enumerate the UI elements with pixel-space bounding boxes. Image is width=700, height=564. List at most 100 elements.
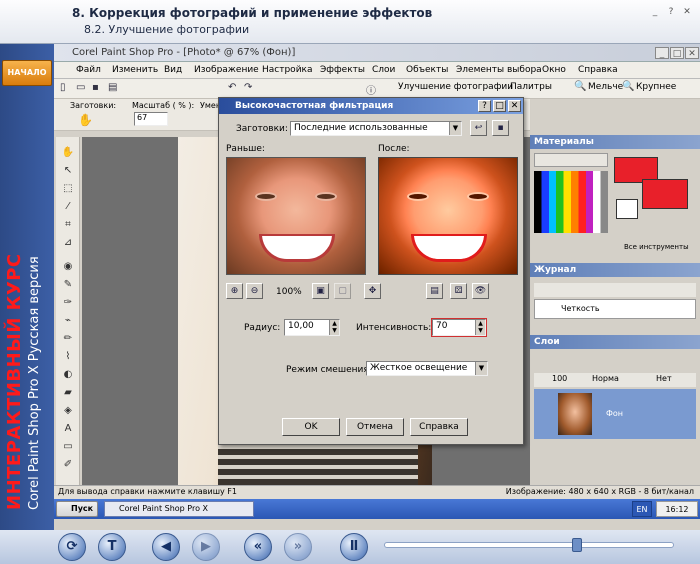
menu-layers[interactable]: Слои	[372, 65, 395, 75]
forward-icon[interactable]: »	[284, 533, 312, 561]
menu-help[interactable]: Справка	[578, 65, 618, 75]
brush-icon[interactable]: ✏	[59, 333, 77, 347]
navigate-icon[interactable]: ✥	[364, 283, 381, 299]
menu-adjust[interactable]: Настройка	[262, 65, 313, 75]
zoom-out-icon[interactable]: 🔍	[574, 81, 586, 92]
radius-value: 10,00	[288, 321, 314, 331]
scratch-icon[interactable]: ⌁	[59, 315, 77, 329]
layer-name[interactable]: Фон	[606, 409, 623, 418]
next-icon[interactable]: ▶	[192, 533, 220, 561]
save-icon[interactable]: ▪	[92, 82, 99, 93]
info-icon[interactable]: ⓘ	[366, 82, 376, 97]
menu-view[interactable]: Вид	[164, 65, 182, 75]
new-file-icon[interactable]: ▯	[60, 82, 66, 93]
randomize-icon[interactable]: ⚄	[450, 283, 467, 299]
airbrush-icon[interactable]: ⌇	[59, 351, 77, 365]
dialog-help-icon[interactable]: ?	[478, 100, 491, 112]
eraser-icon[interactable]: ▰	[59, 387, 77, 401]
dialog-maximize-icon[interactable]: □	[493, 100, 506, 112]
text-mode-icon[interactable]: T	[98, 533, 126, 561]
redo-icon[interactable]: ↷	[244, 82, 252, 93]
shape-icon[interactable]: ▭	[59, 441, 77, 455]
menu-file[interactable]: Файл	[76, 65, 101, 75]
cancel-button[interactable]: Отмена	[346, 418, 404, 436]
scale-input[interactable]: 67	[134, 112, 168, 126]
pan-icon[interactable]: ✋	[59, 147, 77, 161]
enhance-photo-menu[interactable]: Улучшение фотографии	[398, 82, 513, 92]
makeover-icon[interactable]: ✎	[59, 279, 77, 293]
background-color[interactable]	[642, 179, 688, 209]
layer-opacity[interactable]: 100	[552, 374, 567, 383]
undo-icon[interactable]: ↶	[228, 82, 236, 93]
zoom-in-preview-icon[interactable]: ⊕	[226, 283, 243, 299]
before-preview[interactable]	[226, 157, 366, 275]
zoom-actual-icon[interactable]: ▢	[334, 283, 351, 299]
menu-effects[interactable]: Эффекты	[320, 65, 365, 75]
intensity-input[interactable]: 70 ▲ ▼	[431, 318, 487, 337]
taskbar-start-button[interactable]: Пуск	[56, 501, 98, 517]
menu-edit[interactable]: Изменить	[112, 65, 158, 75]
color-swatches[interactable]	[534, 171, 608, 233]
menu-objects[interactable]: Объекты	[406, 65, 448, 75]
app-minimize-icon[interactable]: _	[655, 47, 669, 59]
proof-eye-icon[interactable]: 👁	[472, 283, 489, 299]
swap-colors-icon[interactable]	[616, 199, 638, 219]
help-button[interactable]: Справка	[410, 418, 468, 436]
pick-icon[interactable]: ↖	[59, 165, 77, 179]
layer-blend-mode[interactable]: Норма	[592, 374, 619, 383]
menu-selections[interactable]: Элементы выбора	[456, 65, 542, 75]
intensity-spinner[interactable]: ▲ ▼	[475, 320, 485, 335]
straighten-icon[interactable]: ⊿	[59, 237, 77, 251]
replay-icon[interactable]: ⟳	[58, 533, 86, 561]
radius-input[interactable]: 10,00 ▲ ▼	[284, 319, 340, 336]
menu-window[interactable]: Окно	[542, 65, 566, 75]
previous-icon[interactable]: ◀	[152, 533, 180, 561]
fit-preview-icon[interactable]: ▣	[312, 283, 329, 299]
lighten-icon[interactable]: ◐	[59, 369, 77, 383]
app-close-icon[interactable]: ✕	[685, 47, 699, 59]
layer-mask-mode[interactable]: Нет	[656, 374, 672, 383]
palettes-menu[interactable]: Палитры	[510, 82, 552, 92]
text-icon[interactable]: A	[59, 423, 77, 437]
after-preview[interactable]	[378, 157, 518, 275]
progress-slider[interactable]	[384, 542, 674, 548]
open-icon[interactable]: ▭	[76, 82, 85, 93]
journal-item[interactable]: Четкость	[561, 304, 600, 313]
pen-icon[interactable]: ✐	[59, 459, 77, 473]
app-maximize-icon[interactable]: □	[670, 47, 684, 59]
toggle-preview-icon[interactable]: ▤	[426, 283, 443, 299]
ok-button[interactable]: OK	[282, 418, 340, 436]
red-eye-icon[interactable]: ◉	[59, 261, 77, 275]
before-label: Раньше:	[226, 144, 265, 154]
blend-mode-dropdown[interactable]: Жесткое освещение ▼	[366, 361, 488, 376]
minimize-icon[interactable]: _	[648, 6, 662, 18]
radius-spinner[interactable]: ▲ ▼	[329, 320, 339, 335]
reset-preset-icon[interactable]: ↩	[470, 120, 487, 136]
taskbar-app-item[interactable]: Corel Paint Shop Pro X	[104, 501, 254, 517]
palettes-panel: Материалы Все инструменты Журнал Четкост…	[530, 131, 700, 485]
help-icon[interactable]: ?	[664, 6, 678, 18]
presets-dropdown[interactable]: Последние использованные ▼	[290, 121, 462, 136]
course-promo: ИНТЕРАКТИВНЫЙ КУРС Corel Paint Shop Pro …	[4, 10, 42, 510]
pause-icon[interactable]: Ⅱ	[340, 533, 368, 561]
pan-tool-icon[interactable]: ✋	[78, 113, 93, 127]
materials-tabs[interactable]	[534, 153, 608, 167]
zoom-out-preview-icon[interactable]: ⊖	[246, 283, 263, 299]
menu-image[interactable]: Изображение	[194, 65, 259, 75]
dropper-icon[interactable]: ⁄	[59, 201, 77, 215]
zoom-out-button[interactable]: Мельче	[588, 82, 623, 92]
dialog-close-icon[interactable]: ✕	[508, 100, 521, 112]
zoom-in-button[interactable]: Крупнее	[636, 82, 676, 92]
fill-icon[interactable]: ◈	[59, 405, 77, 419]
zoom-in-icon[interactable]: 🔍	[622, 81, 634, 92]
selection-icon[interactable]: ⬚	[59, 183, 77, 197]
language-indicator[interactable]: EN	[632, 501, 652, 517]
close-icon[interactable]: ✕	[680, 6, 694, 18]
layer-row[interactable]: Фон	[534, 389, 696, 439]
progress-slider-handle[interactable]	[572, 538, 582, 552]
print-icon[interactable]: ▤	[108, 82, 117, 93]
rewind-icon[interactable]: «	[244, 533, 272, 561]
crop-icon[interactable]: ⌗	[59, 219, 77, 233]
save-preset-icon[interactable]: ▪	[492, 120, 509, 136]
clone-icon[interactable]: ✑	[59, 297, 77, 311]
